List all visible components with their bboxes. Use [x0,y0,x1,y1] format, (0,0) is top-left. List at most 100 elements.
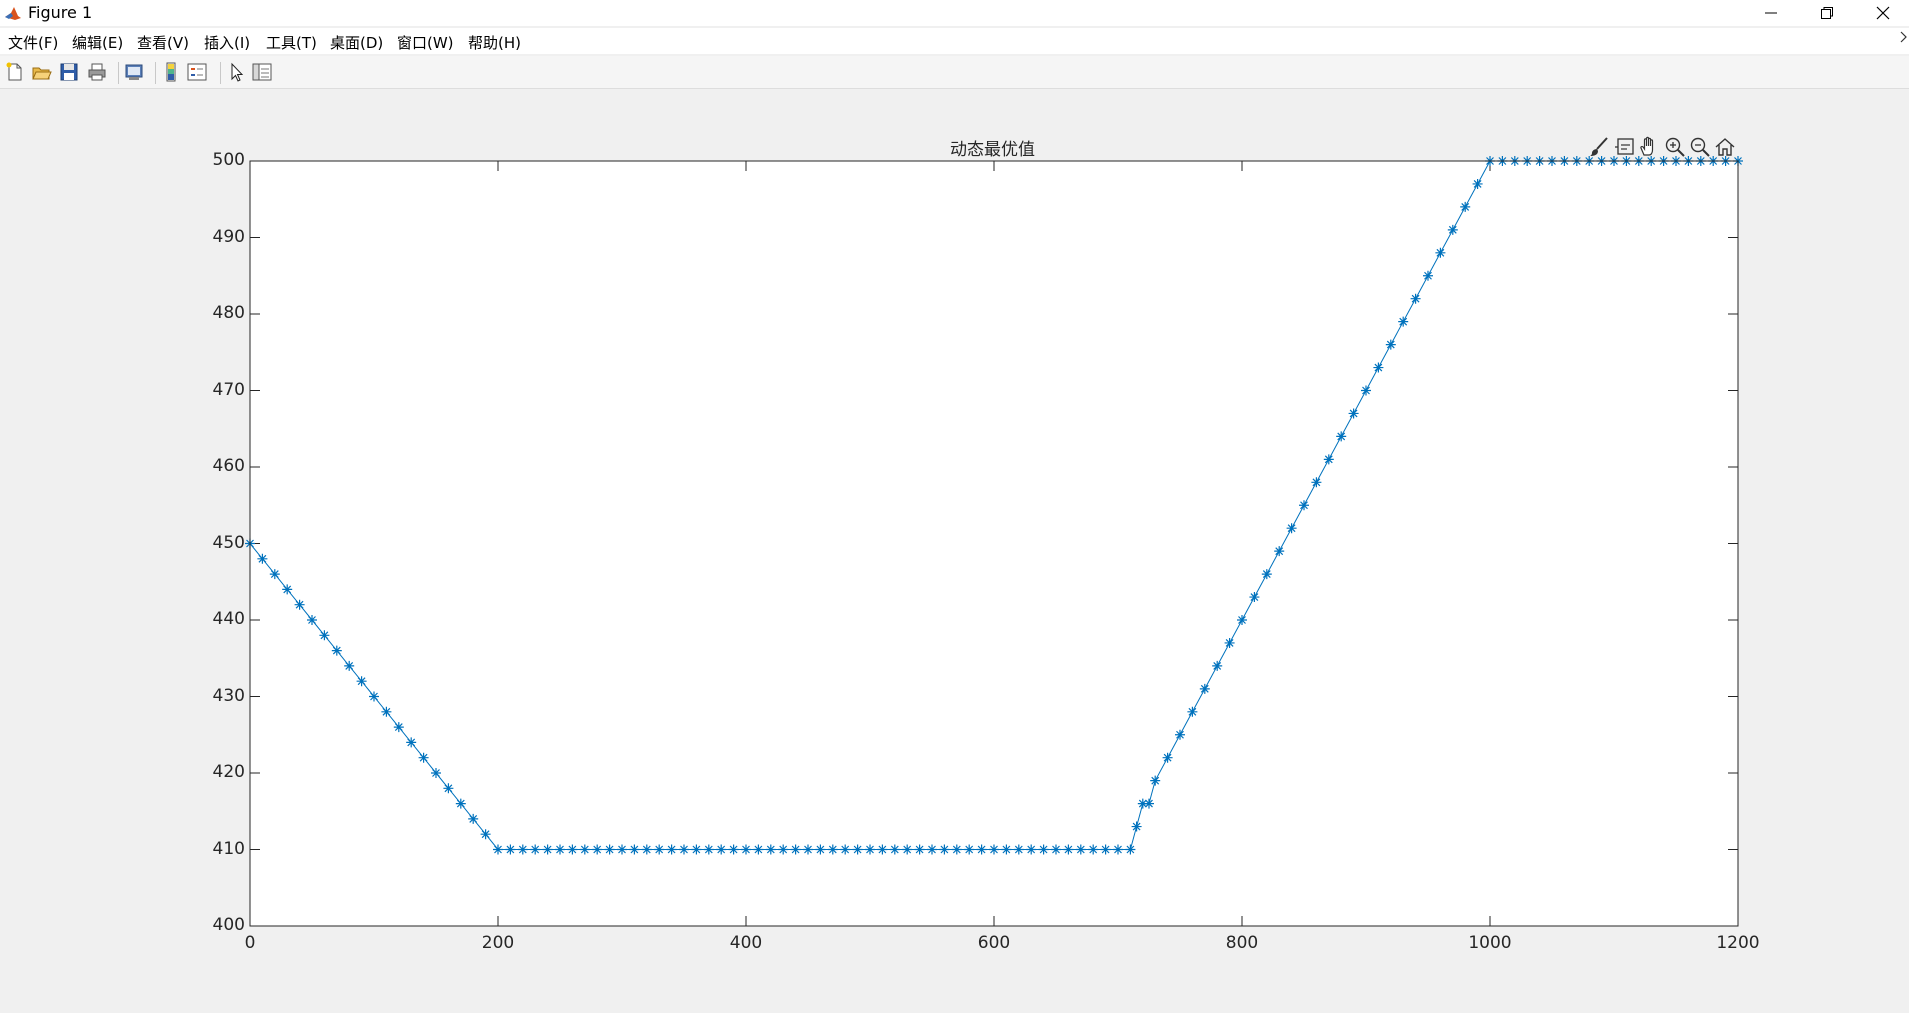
data-point-asterisk [716,844,727,855]
data-point-asterisk [914,844,925,855]
data-point-asterisk [877,844,888,855]
data-point-asterisk [1088,844,1099,855]
datatip-icon[interactable] [1613,135,1637,159]
data-point-asterisk [1038,844,1049,855]
data-point-asterisk [765,844,776,855]
data-point-asterisk [753,844,764,855]
data-point-asterisk [480,829,491,840]
data-point-asterisk [1261,569,1272,580]
ytick-label: 470 [212,380,245,400]
xtick-label: 200 [481,933,515,953]
data-point-asterisk [1026,844,1037,855]
data-point-asterisk [319,630,330,641]
data-point-asterisk [1175,729,1185,740]
data-point-asterisk [815,844,826,855]
data-point-asterisk [406,737,417,748]
ytick-label: 430 [212,686,245,706]
data-point-asterisk [1144,798,1154,809]
data-point-asterisk [356,676,367,687]
data-point-asterisk [1398,316,1409,327]
data-point-asterisk [1113,844,1123,855]
data-point-asterisk [567,844,578,855]
data-point-asterisk [1131,821,1142,832]
data-point-asterisk [840,844,851,855]
data-point-asterisk [939,844,950,855]
data-point-asterisk [1460,201,1471,212]
data-point-asterisk [1299,500,1309,511]
data-point-asterisk [679,844,689,855]
data-point-asterisk [703,844,714,855]
data-point-asterisk [889,844,900,855]
data-point-asterisk [1187,706,1198,717]
data-point-asterisk [381,706,392,717]
data-point-asterisk [294,599,305,610]
ytick-label: 440 [212,609,245,629]
data-point-asterisk [505,844,516,855]
data-point-asterisk [951,844,962,855]
data-point-asterisk [1447,224,1458,235]
xtick-label: 400 [729,933,763,953]
data-point-asterisk [307,615,317,625]
data-point-asterisk [964,844,975,855]
data-point-asterisk [282,584,293,595]
data-point-asterisk [1063,844,1074,855]
data-point-asterisk [1361,385,1371,396]
ytick-label: 480 [212,303,245,323]
pan-icon[interactable] [1637,135,1661,159]
data-point-asterisk [1224,637,1235,648]
data-point-asterisk [1249,592,1260,603]
data-point-asterisk [617,844,627,855]
data-point-asterisk [1162,752,1173,763]
data-point-asterisk [530,844,541,855]
xtick-label: 600 [977,933,1011,953]
data-point-asterisk [790,844,801,855]
data-point-asterisk [1237,615,1247,625]
data-point-asterisk [592,844,603,855]
data-point-asterisk [517,844,528,855]
xtick-label: 1000 [1468,933,1512,953]
data-point-asterisk [1100,844,1111,855]
data-point-asterisk [989,844,999,855]
data-point-asterisk [269,569,280,580]
data-point-asterisk [257,553,268,564]
data-point-asterisk [728,844,739,855]
data-point-asterisk [803,844,813,855]
data-point-asterisk [555,844,565,855]
xtick-label: 0 [244,933,256,953]
data-point-asterisk [741,844,751,855]
data-point-asterisk [1286,523,1297,534]
data-point-asterisk [393,722,404,733]
data-point-asterisk [852,844,863,855]
data-point-asterisk [1423,270,1433,281]
xtick-label: 1200 [1716,933,1760,953]
zoom-in-icon[interactable] [1663,135,1687,159]
ytick-label: 450 [212,533,245,553]
zoom-out-icon[interactable] [1688,135,1712,159]
data-point-asterisk [418,752,429,763]
data-point-asterisk [902,844,913,855]
data-point-asterisk [1150,775,1161,786]
data-point-asterisk [654,844,665,855]
data-point-asterisk [1311,477,1322,488]
data-point-asterisk [1212,660,1223,671]
ytick-label: 400 [212,915,245,935]
data-point-asterisk [629,844,640,855]
axes-background [250,161,1738,926]
data-point-asterisk [344,660,355,671]
data-point-asterisk [1385,339,1396,350]
home-icon[interactable] [1713,135,1737,159]
ytick-label: 420 [212,762,245,782]
data-point-asterisk [331,645,342,656]
data-point-asterisk [691,844,702,855]
ytick-label: 500 [212,150,245,170]
ytick-label: 490 [212,227,245,247]
data-point-asterisk [1410,293,1421,304]
data-point-asterisk [604,844,615,855]
data-point-asterisk [443,783,454,794]
brush-icon[interactable] [1587,135,1611,159]
plot-title: 动态最优值 [950,140,1035,160]
data-point-asterisk [1013,844,1024,855]
data-point-asterisk [1336,431,1347,442]
data-point-asterisk [1274,546,1285,557]
data-point-asterisk [827,844,838,855]
